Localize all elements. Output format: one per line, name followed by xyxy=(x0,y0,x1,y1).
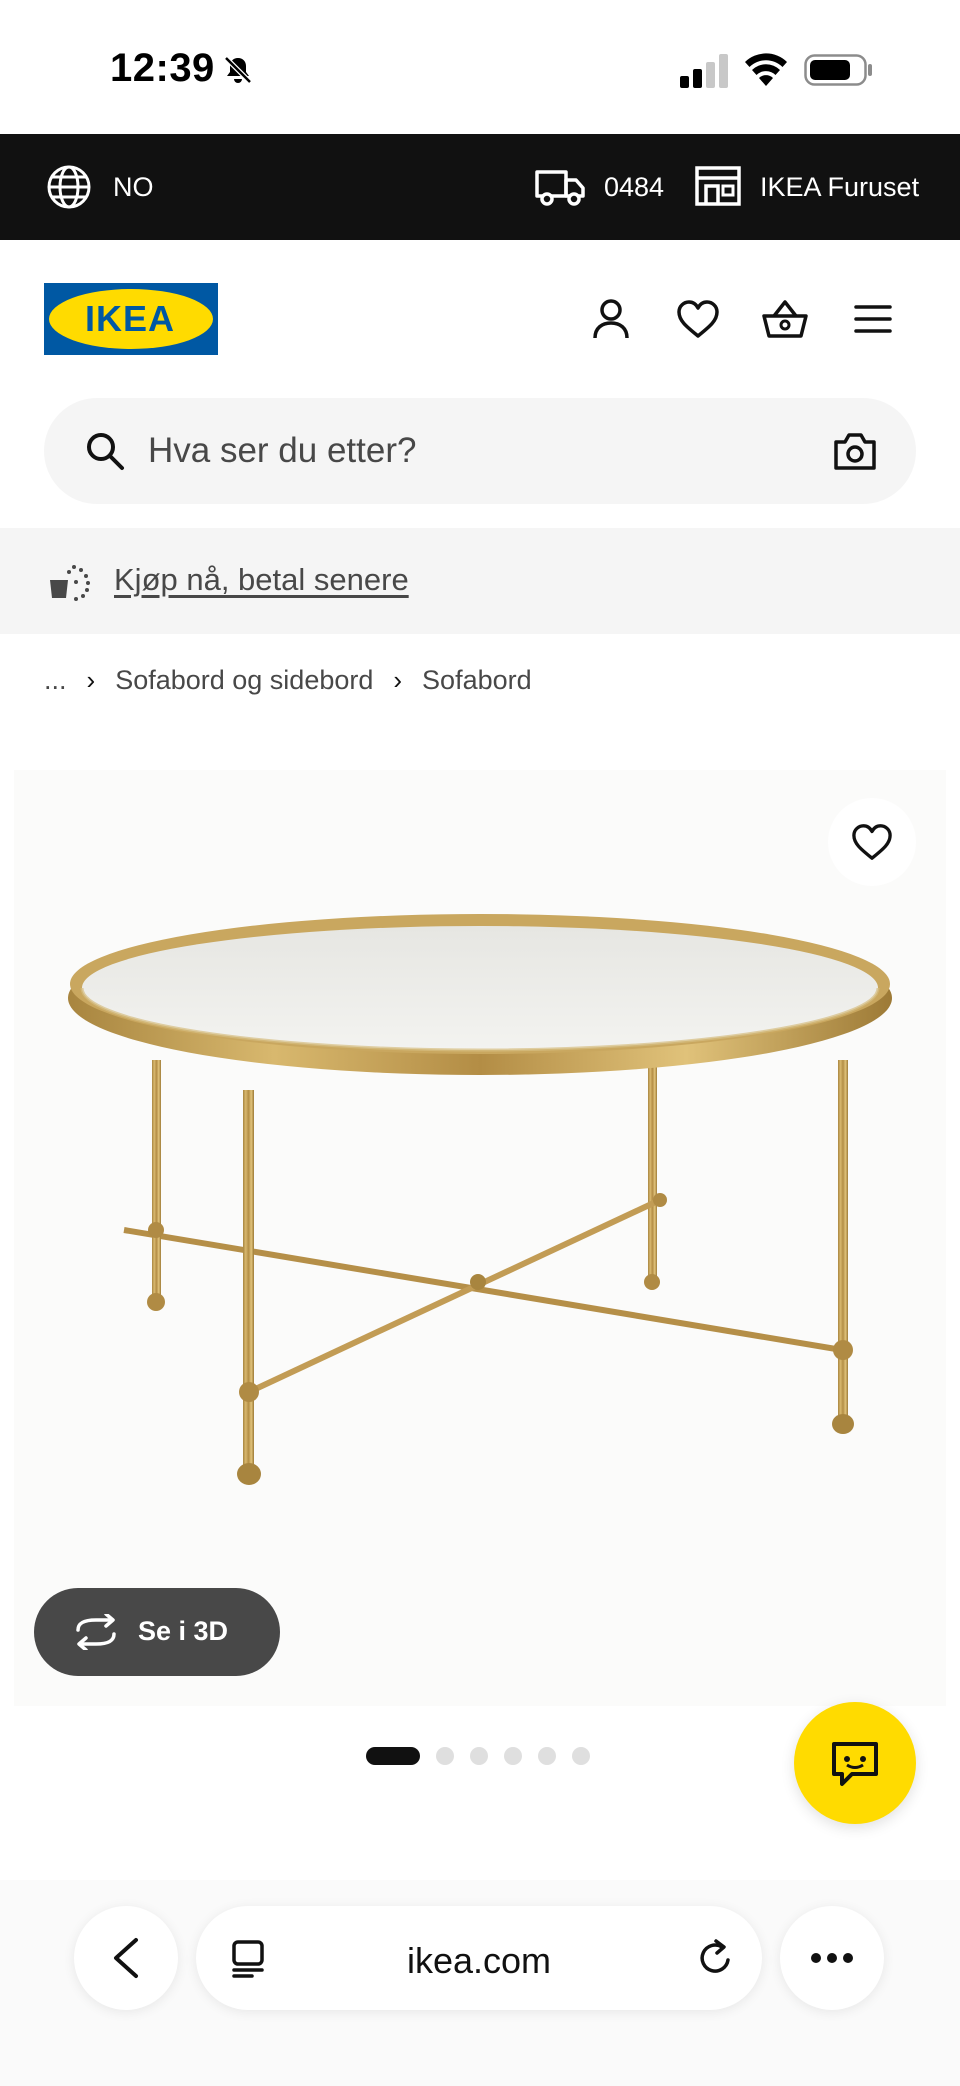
search-icon xyxy=(87,433,124,470)
coffee-table-illustration xyxy=(68,914,892,1485)
bell-muted-icon xyxy=(224,56,252,84)
carousel-dot[interactable] xyxy=(572,1747,590,1765)
carousel-dot[interactable] xyxy=(436,1747,454,1765)
breadcrumb-item[interactable]: Sofabord xyxy=(422,665,532,696)
browser-toolbar: ikea.com xyxy=(0,1880,960,2086)
search-input[interactable] xyxy=(148,398,788,504)
rotate-3d-icon xyxy=(76,1614,116,1650)
product-image[interactable] xyxy=(14,770,946,1706)
shopping-basket-icon[interactable] xyxy=(762,296,808,342)
logo-wordmark: IKEA xyxy=(85,298,175,339)
browser-url: ikea.com xyxy=(406,1940,552,1981)
chevron-left-icon xyxy=(114,1938,138,1978)
chevron-right-icon: › xyxy=(393,664,403,695)
hamburger-menu-icon[interactable] xyxy=(850,296,896,342)
header: IKEA xyxy=(0,240,960,398)
postal-code[interactable]: 0484 xyxy=(604,172,664,203)
view-in-3d-label: Se i 3D xyxy=(138,1616,229,1646)
chevron-right-icon: › xyxy=(86,664,96,695)
status-time: 12:39 xyxy=(110,46,215,90)
breadcrumb-ellipsis[interactable]: ... xyxy=(44,665,67,696)
battery-icon xyxy=(804,54,872,86)
view-in-3d-button[interactable]: Se i 3D xyxy=(34,1588,280,1676)
account-icon[interactable] xyxy=(588,296,634,342)
reload-icon[interactable] xyxy=(696,1938,736,1978)
store-name[interactable]: IKEA Furuset xyxy=(760,172,919,203)
heart-icon xyxy=(852,824,892,860)
delivery-truck-icon[interactable] xyxy=(534,166,586,208)
wifi-icon xyxy=(745,53,787,86)
carousel-dot[interactable] xyxy=(504,1747,522,1765)
image-carousel-pagination xyxy=(366,1746,590,1766)
store-icon[interactable] xyxy=(694,164,742,208)
browser-address-bar[interactable]: ikea.com xyxy=(196,1906,762,2010)
promo-banner: Kjøp nå, betal senere xyxy=(0,528,960,634)
search-bar[interactable] xyxy=(44,398,916,504)
heart-icon[interactable] xyxy=(675,296,721,342)
favourite-button[interactable] xyxy=(828,798,916,886)
camera-icon[interactable] xyxy=(832,430,878,472)
breadcrumb: ... › Sofabord og sidebord › Sofabord xyxy=(44,660,532,700)
browser-more-button[interactable] xyxy=(780,1906,884,2010)
carousel-dot-active[interactable] xyxy=(366,1747,420,1765)
carousel-dot[interactable] xyxy=(538,1747,556,1765)
chat-button[interactable] xyxy=(794,1702,916,1824)
chat-bubble-icon xyxy=(832,1742,878,1786)
browser-back-button[interactable] xyxy=(74,1906,178,2010)
language-selector[interactable]: NO xyxy=(113,172,154,203)
ikea-logo[interactable]: IKEA xyxy=(44,283,218,355)
breadcrumb-item[interactable]: Sofabord og sidebord xyxy=(115,665,373,696)
carousel-dot[interactable] xyxy=(470,1747,488,1765)
cellular-signal-icon xyxy=(680,54,728,88)
status-bar: 12:39 xyxy=(0,0,960,134)
more-horizontal-icon xyxy=(811,1953,853,1963)
pay-later-icon xyxy=(50,565,90,601)
pay-later-link[interactable]: Kjøp nå, betal senere xyxy=(114,562,409,598)
globe-icon[interactable] xyxy=(46,164,92,210)
top-bar: NO 0484 IKEA Furuset xyxy=(0,134,960,240)
